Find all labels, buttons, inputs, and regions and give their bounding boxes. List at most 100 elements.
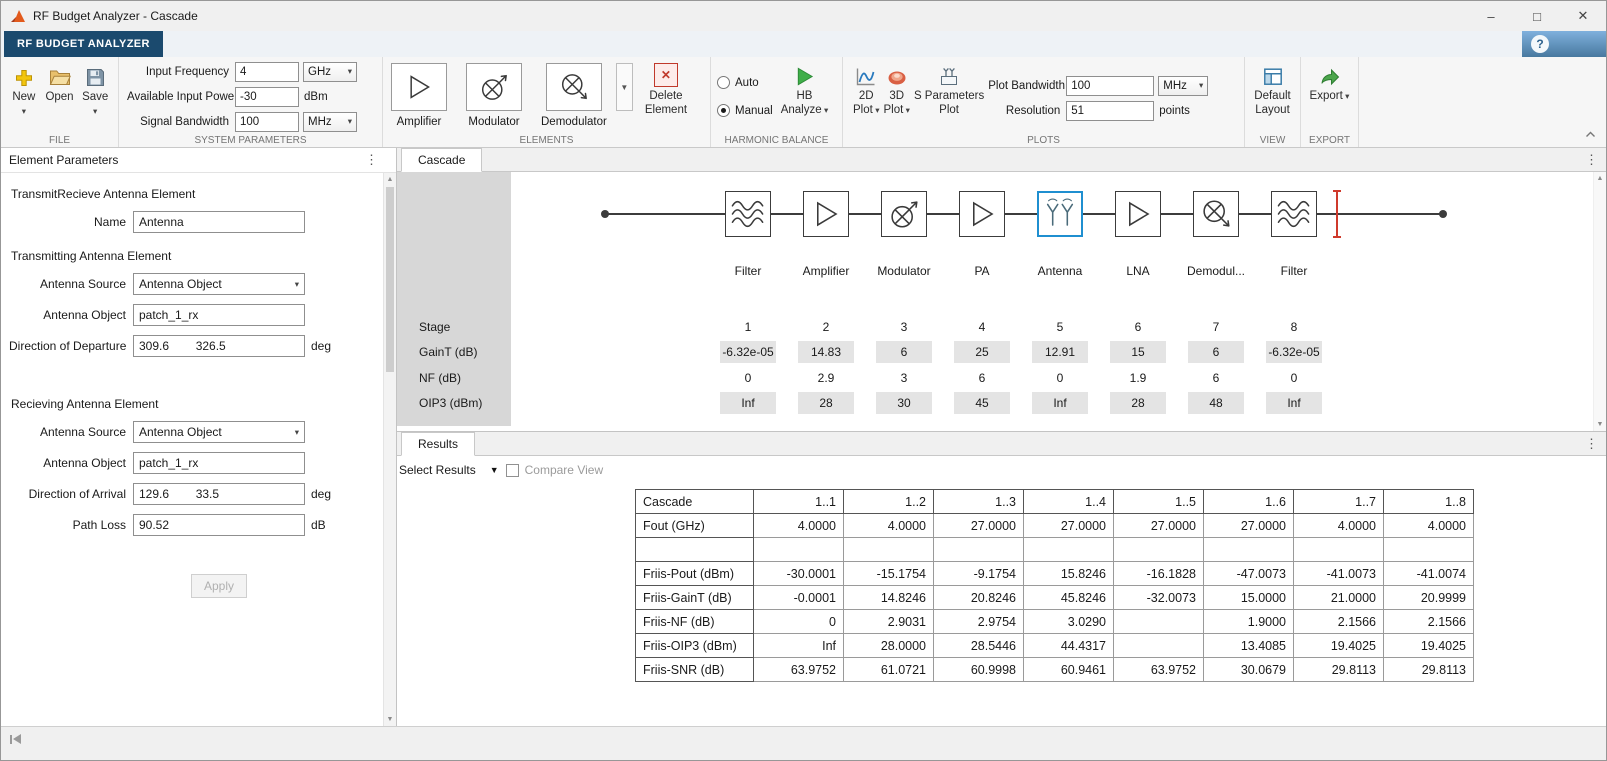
radio-auto[interactable]: Auto: [717, 76, 773, 89]
close-button[interactable]: ✕: [1560, 1, 1606, 31]
cascade-element-filter-8[interactable]: [1271, 191, 1317, 237]
plot-bandwidth-unit-select[interactable]: MHz▾: [1158, 76, 1208, 96]
results-row-label: Fout (GHz): [636, 514, 754, 538]
cascade-element-lna-6[interactable]: [1115, 191, 1161, 237]
new-button[interactable]: New▾: [7, 60, 41, 118]
select-results-dropdown-icon[interactable]: ▼: [490, 465, 499, 475]
left-panel-scrollbar[interactable]: ▲ ▼: [383, 173, 396, 726]
cascade-menu-icon[interactable]: ⋮: [1585, 152, 1598, 168]
available-input-power-input[interactable]: [235, 87, 299, 107]
scroll-down-icon[interactable]: ▼: [384, 716, 396, 723]
field-unit-label: deg: [311, 339, 331, 353]
main-area: Element Parameters ⋮ TransmitRecieve Ant…: [1, 148, 1606, 726]
cascade-row-label: GainT (dB): [419, 341, 477, 363]
results-cell: Inf: [754, 634, 844, 658]
hb-analyze-button[interactable]: HBAnalyze ▾: [779, 60, 831, 117]
stage-number: 2: [798, 316, 854, 338]
3d-plot-button[interactable]: 3DPlot ▾: [881, 60, 911, 117]
collapse-ribbon-button[interactable]: [1585, 128, 1596, 139]
delete-element-button[interactable]: ✕ DeleteElement: [645, 60, 687, 117]
path-loss-input[interactable]: [133, 514, 305, 536]
results-cell: -9.1754: [934, 562, 1024, 586]
element-gallery: Amplifier Modulator Demodulator: [391, 60, 607, 128]
gallery-modulator-button[interactable]: Modulator: [466, 60, 522, 128]
cascade-element-pa-4[interactable]: [959, 191, 1005, 237]
antenna-source-select[interactable]: Antenna Object▾: [133, 273, 305, 295]
open-button[interactable]: Open: [43, 60, 77, 118]
param-row-plot-bandwidth: Plot BandwidthMHz▾: [988, 75, 1208, 96]
direction-of-departure-input[interactable]: [133, 335, 305, 357]
resolution-input[interactable]: [1066, 101, 1154, 121]
param-label: Resolution: [988, 105, 1066, 117]
antenna-object-input[interactable]: [133, 304, 305, 326]
scroll-up-icon[interactable]: ▲: [384, 176, 396, 183]
nf-value: 0: [720, 367, 776, 389]
save-button[interactable]: Save▾: [78, 60, 112, 118]
input-frequency-input[interactable]: [235, 62, 299, 82]
window-title: RF Budget Analyzer - Cascade: [33, 9, 198, 23]
scroll-down-icon[interactable]: ▼: [1594, 421, 1606, 428]
results-row: Friis-SNR (dB)63.975261.072160.999860.94…: [636, 658, 1474, 682]
default-layout-button[interactable]: DefaultLayout: [1249, 60, 1296, 117]
scroll-up-icon[interactable]: ▲: [1594, 175, 1606, 182]
cascade-element-modulator-3[interactable]: [881, 191, 927, 237]
2d-plot-button[interactable]: 2DPlot ▾: [851, 60, 881, 117]
scroll-thumb[interactable]: [386, 187, 394, 372]
stage-number: 3: [876, 316, 932, 338]
demodulator-icon: [546, 63, 602, 111]
antenna-object-input[interactable]: [133, 452, 305, 474]
signal-bandwidth-unit-select[interactable]: MHz▾: [303, 112, 357, 132]
field-label: Antenna Source: [9, 277, 133, 291]
cascade-element-amplifier-2[interactable]: [803, 191, 849, 237]
compare-view-checkbox[interactable]: [506, 464, 519, 477]
cascade-element-filter-1[interactable]: [725, 191, 771, 237]
insertion-marker[interactable]: [1336, 190, 1338, 238]
cascade-element-antenna-5[interactable]: [1037, 191, 1083, 237]
skip-backward-icon[interactable]: [10, 733, 21, 745]
results-menu-icon[interactable]: ⋮: [1585, 436, 1598, 452]
plot-bandwidth-input[interactable]: [1066, 76, 1154, 96]
cascade-element-demodul-7[interactable]: [1193, 191, 1239, 237]
cascade-row-label: OIP3 (dBm): [419, 392, 482, 414]
name-input[interactable]: [133, 211, 305, 233]
results-column-header: 1..7: [1294, 490, 1384, 514]
direction-of-arrival-input[interactable]: [133, 483, 305, 505]
results-cell: -47.0073: [1204, 562, 1294, 586]
tab-results[interactable]: Results: [401, 432, 475, 456]
tab-rf-budget-analyzer[interactable]: RF BUDGET ANALYZER: [4, 31, 163, 57]
cascade-scrollbar[interactable]: ▲▼: [1593, 172, 1606, 431]
results-cell: 29.8113: [1294, 658, 1384, 682]
radio-manual[interactable]: Manual: [717, 104, 773, 117]
tab-cascade[interactable]: Cascade: [401, 148, 482, 172]
input-frequency-unit-select[interactable]: GHz▾: [303, 62, 357, 82]
gallery-dropdown-icon[interactable]: ▼: [616, 63, 633, 111]
unit-label: points: [1159, 105, 1190, 117]
cascade-canvas[interactable]: StageGainT (dB)NF (dB)OIP3 (dBm)Filter1-…: [397, 172, 1606, 431]
results-cell: 20.9999: [1384, 586, 1474, 610]
results-cell: [1114, 610, 1204, 634]
results-cell: [844, 538, 934, 562]
section-harmonic-balance: AutoManual HBAnalyze ▾ HARMONIC BALANCE: [711, 57, 843, 147]
gain-value: -6.32e-05: [1266, 341, 1322, 363]
signal-bandwidth-input[interactable]: [235, 112, 299, 132]
plot2d-icon: [855, 63, 877, 90]
gallery-demodulator-button[interactable]: Demodulator: [541, 60, 607, 128]
results-row-label: [636, 538, 754, 562]
minimize-button[interactable]: –: [1468, 1, 1514, 31]
gain-value: 25: [954, 341, 1010, 363]
results-column-header: 1..8: [1384, 490, 1474, 514]
sparams-icon: [938, 63, 960, 90]
apply-button[interactable]: Apply: [191, 574, 247, 598]
help-button[interactable]: ?: [1531, 35, 1549, 53]
s-parameters-plot-button[interactable]: S ParametersPlot: [912, 60, 986, 117]
results-cell: 14.8246: [844, 586, 934, 610]
gallery-amplifier-button[interactable]: Amplifier: [391, 60, 447, 128]
nf-value: 6: [954, 367, 1010, 389]
help-zone: ?: [1522, 31, 1606, 57]
antenna-source-select[interactable]: Antenna Object▾: [133, 421, 305, 443]
cascade-panel: Cascade ⋮ StageGainT (dB)NF (dB)OIP3 (dB…: [397, 148, 1606, 432]
results-cell: 28.0000: [844, 634, 934, 658]
maximize-button[interactable]: □: [1514, 1, 1560, 31]
panel-menu-icon[interactable]: ⋮: [365, 152, 378, 168]
export-button[interactable]: Export ▾: [1305, 60, 1354, 104]
